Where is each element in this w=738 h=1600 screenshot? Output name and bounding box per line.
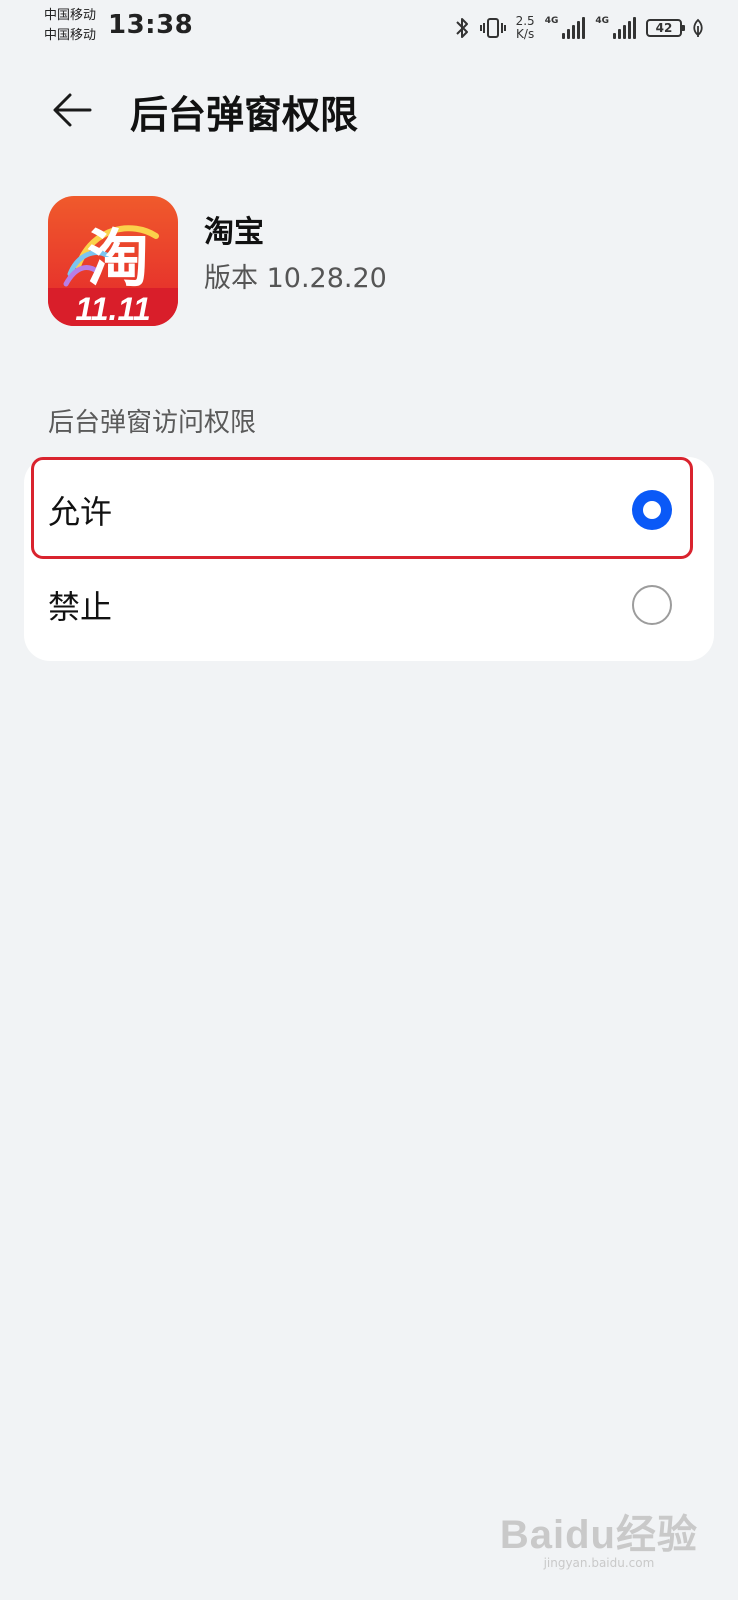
- battery-icon: 42: [646, 19, 685, 37]
- back-button[interactable]: [44, 82, 100, 138]
- option-deny-label: 禁止: [48, 588, 113, 626]
- page-title: 后台弹窗权限: [130, 93, 359, 137]
- section-title: 后台弹窗访问权限: [48, 408, 257, 438]
- bluetooth-icon: [455, 18, 468, 38]
- radio-allow[interactable]: [632, 490, 672, 530]
- app-text: 淘宝 版本 10.28.20: [204, 211, 387, 301]
- app-info: 淘 11.11 淘宝 版本 10.28.20: [48, 195, 387, 327]
- option-deny[interactable]: 禁止: [24, 557, 714, 653]
- option-allow-label: 允许: [48, 493, 113, 531]
- watermark-logo: Baidu经验: [499, 1513, 698, 1557]
- carrier-2: 中国移动: [44, 28, 97, 43]
- app-version: 版本 10.28.20: [204, 263, 387, 294]
- taobao-app-icon: 淘 11.11: [48, 196, 178, 326]
- app-name: 淘宝: [204, 215, 264, 250]
- svg-text:淘: 淘: [87, 222, 149, 295]
- battery-level: 42: [655, 21, 673, 35]
- carrier-1: 中国移动: [44, 8, 97, 23]
- vibrate-icon: [479, 18, 506, 38]
- options-card: 允许 禁止: [24, 457, 714, 661]
- signal-sim1-icon: 4G: [545, 17, 586, 39]
- radio-deny[interactable]: [632, 585, 672, 625]
- network-speed: 2.5 K/s: [515, 14, 535, 41]
- status-time: 13:38: [108, 10, 194, 40]
- svg-text:11.11: 11.11: [75, 291, 150, 326]
- status-bar: 中国移动 中国移动 13:38 2.5 K/s 4G 4G 42: [0, 0, 738, 56]
- header: 后台弹窗权限: [0, 72, 738, 144]
- leaf-icon: [693, 18, 703, 37]
- carrier-info: 中国移动 中国移动: [44, 6, 96, 46]
- signal-sim2-icon: 4G: [595, 17, 636, 39]
- status-icons: 2.5 K/s 4G 4G 42: [454, 10, 704, 46]
- option-allow[interactable]: 允许: [24, 462, 714, 558]
- arrow-left-icon: [53, 93, 92, 127]
- baidu-watermark: Baidu经验 jingyan.baidu.com: [500, 1502, 698, 1570]
